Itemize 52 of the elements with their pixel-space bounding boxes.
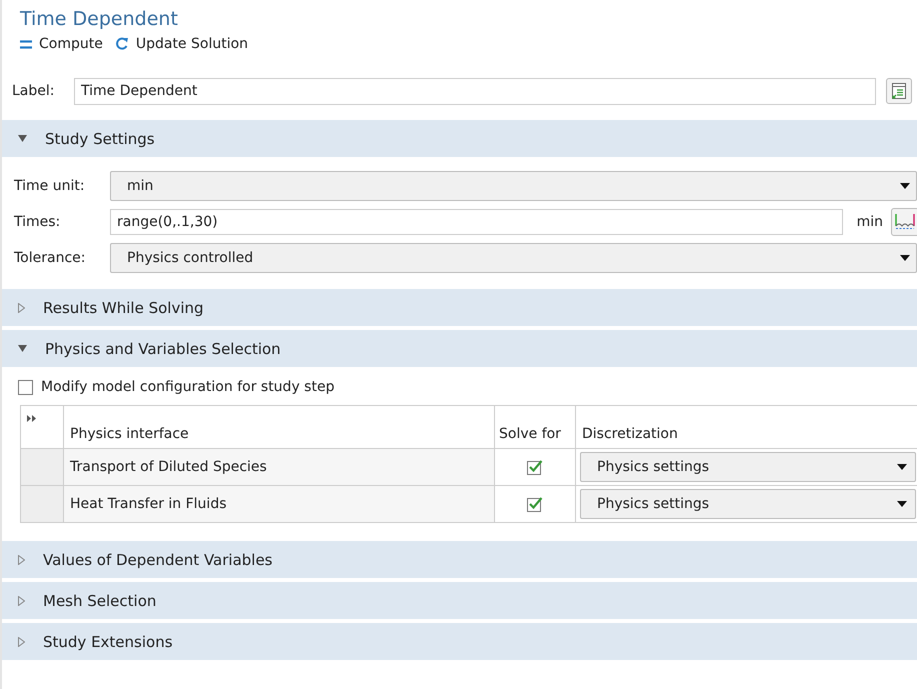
collapsed-triangle-icon [18, 302, 25, 312]
expanded-triangle-icon [18, 345, 27, 352]
update-button[interactable]: Update Solution [114, 34, 248, 54]
section-title: Results While Solving [43, 298, 204, 316]
dropdown-caret-icon [897, 501, 907, 507]
section-header[interactable]: Study Settings [2, 120, 917, 157]
section-title: Study Extensions [43, 632, 173, 650]
unit-label: min [856, 214, 883, 230]
checkbox-label: Modify model configuration for study step [41, 379, 334, 395]
column-header: Discretization [576, 406, 917, 448]
section-title: Values of Dependent Variables [43, 550, 272, 568]
note-button[interactable] [886, 78, 912, 104]
section-title: Study Settings [45, 130, 155, 148]
section-title: Mesh Selection [43, 592, 156, 610]
section-header[interactable]: Study Extensions [2, 623, 917, 660]
column-header: Physics interface [64, 406, 494, 448]
dropdown-caret-icon [900, 183, 910, 189]
section-title: Physics and Variables Selection [45, 340, 281, 358]
double-arrow-icon[interactable] [27, 415, 37, 422]
equals-icon [20, 40, 32, 48]
dropdown-caret-icon [900, 255, 910, 261]
expanded-triangle-icon [18, 135, 27, 142]
label-field[interactable]: Time Dependent [74, 78, 876, 104]
collapsed-triangle-icon [18, 636, 25, 646]
field-label: Tolerance: [14, 250, 86, 266]
field-label: Label: [12, 83, 56, 99]
section-header[interactable]: Results While Solving [2, 289, 917, 326]
section-header[interactable]: Values of Dependent Variables [2, 541, 917, 578]
collapsed-triangle-icon [18, 554, 25, 564]
refresh-icon [114, 37, 129, 51]
dropdown[interactable]: Physics controlled [110, 243, 917, 273]
collapsed-triangle-icon [18, 596, 25, 606]
dropdown[interactable]: Physics settings [580, 452, 916, 482]
table-cell: Transport of Diluted Species [64, 448, 494, 486]
checkbox[interactable] [18, 380, 33, 394]
note-icon [890, 82, 908, 100]
section-header[interactable]: Mesh Selection [2, 582, 917, 619]
checkbox[interactable] [527, 459, 543, 476]
checkbox[interactable] [527, 496, 543, 512]
dropdown[interactable]: min [110, 171, 917, 201]
section-header[interactable]: Physics and Variables Selection [2, 330, 917, 367]
range-icon [894, 212, 916, 230]
field-label: Time unit: [14, 178, 86, 194]
times-field[interactable]: range(0,.1,30) [110, 209, 843, 235]
column-header: Solve for [494, 406, 576, 448]
field-label: Times: [14, 214, 62, 230]
table-cell: Heat Transfer in Fluids [64, 486, 494, 522]
range-button[interactable] [891, 208, 917, 236]
dropdown[interactable]: Physics settings [580, 489, 916, 519]
compute-button[interactable]: Compute [20, 34, 103, 54]
panel-title: Time Dependent [20, 8, 179, 30]
dropdown-caret-icon [897, 464, 907, 470]
